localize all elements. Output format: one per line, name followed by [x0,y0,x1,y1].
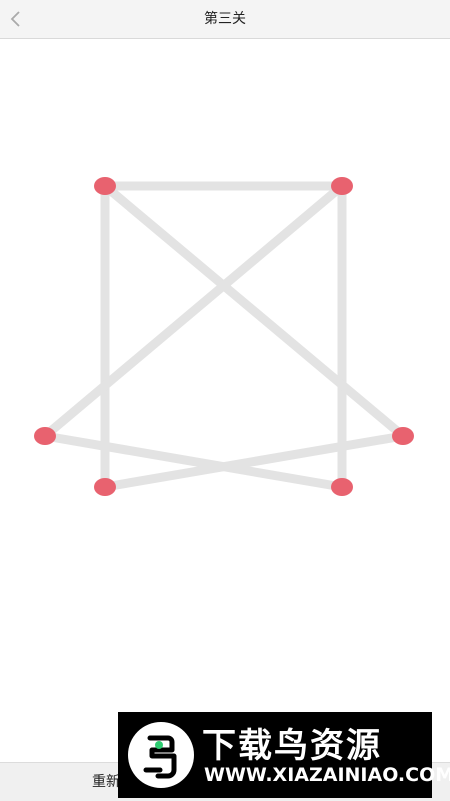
puzzle-lines [40,181,408,492]
node-top-left[interactable] [94,177,116,195]
node-top-right[interactable] [331,177,353,195]
node-bottom-left[interactable] [94,478,116,496]
puzzle-board[interactable] [0,0,450,800]
watermark-url: WWW.XIAZAINIAO.COM [204,764,450,786]
edge-diagonal-up [40,181,347,441]
node-left[interactable] [34,427,56,445]
watermark: 下载鸟资源 WWW.XIAZAINIAO.COM [118,712,450,798]
node-bottom-right[interactable] [331,478,353,496]
edge-lower-cross-b [100,431,408,492]
edge-lower-cross-a [40,431,347,492]
node-right[interactable] [392,427,414,445]
edge-diagonal-down [100,181,408,441]
bird-logo-icon [128,722,194,788]
watermark-brand: 下载鸟资源 [202,726,382,766]
